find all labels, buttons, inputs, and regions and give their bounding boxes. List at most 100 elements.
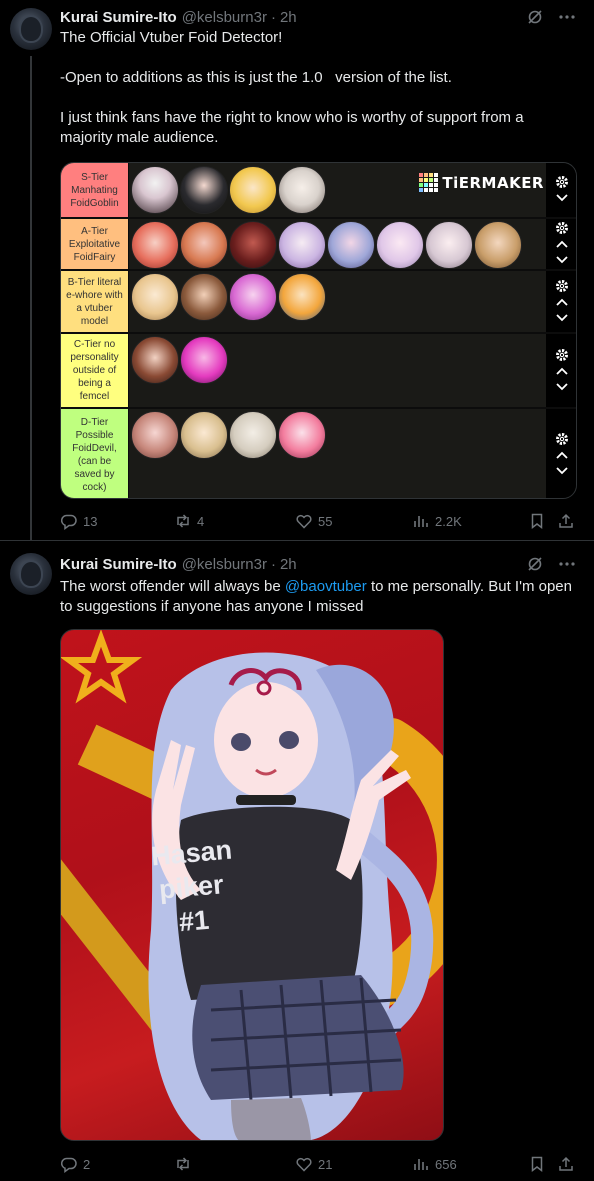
chevron-up-icon[interactable] — [555, 364, 569, 378]
timestamp[interactable]: 2h — [280, 556, 297, 573]
vtuber-thumbnail — [278, 411, 326, 459]
gear-icon[interactable] — [555, 279, 569, 293]
tweet-line — [60, 48, 580, 68]
tier-items — [129, 271, 576, 332]
vtuber-thumbnail — [229, 166, 277, 214]
vtuber-thumbnail — [180, 166, 228, 214]
tiermaker-wordmark: TiERMAKER — [442, 173, 544, 192]
repost-button[interactable] — [174, 1155, 197, 1173]
vtuber-thumbnail — [131, 221, 179, 269]
like-count: 55 — [318, 513, 333, 529]
views-icon — [414, 1159, 428, 1170]
views-button[interactable]: 2.2K — [412, 512, 462, 530]
repost-icon — [177, 514, 189, 528]
more-icon[interactable] — [558, 8, 576, 26]
avatar[interactable] — [10, 8, 52, 50]
vtuber-thumbnail — [425, 221, 473, 269]
vtuber-thumbnail — [131, 166, 179, 214]
reply-button[interactable]: 13 — [60, 512, 97, 530]
bookmark-button[interactable] — [528, 1155, 546, 1173]
tier-row-c: C-Tier no personality outside of being a… — [61, 334, 576, 409]
vtuber-thumbnail — [327, 221, 375, 269]
tweet-text: The Official Vtuber Foid Detector! -Open… — [60, 28, 580, 148]
share-button[interactable] — [557, 512, 575, 530]
tweet[interactable]: Kurai Sumire-Ito @kelsburn3r · 2h The wo… — [0, 540, 594, 1181]
tweet-header-actions — [526, 555, 576, 573]
tiermaker-logo: TiERMAKER — [419, 173, 544, 192]
tweet-header: Kurai Sumire-Ito @kelsburn3r · 2h — [60, 554, 297, 574]
chevron-down-icon[interactable] — [555, 311, 569, 325]
more-icon[interactable] — [558, 555, 576, 573]
tier-label: S-Tier Manhating FoidGoblin — [61, 163, 129, 217]
separator-dot: · — [270, 8, 276, 26]
tweet-text: The worst offender will always be @baovt… — [60, 577, 580, 617]
mention-link[interactable]: @baovtuber — [285, 578, 367, 595]
chevron-up-icon[interactable] — [555, 237, 569, 251]
tweet-header: Kurai Sumire-Ito @kelsburn3r · 2h — [60, 7, 297, 27]
tier-items: TiERMAKER — [129, 163, 576, 217]
thread-line — [30, 56, 32, 540]
views-icon — [414, 516, 428, 527]
vtuber-thumbnail — [278, 166, 326, 214]
vtuber-thumbnail — [474, 221, 522, 269]
vtuber-thumbnail — [229, 411, 277, 459]
vtuber-thumbnail — [278, 273, 326, 321]
vtuber-thumbnail — [180, 221, 228, 269]
like-button[interactable]: 55 — [295, 512, 332, 530]
tweet-actions: 13 4 55 2.2K — [60, 511, 580, 531]
tweet-line: I just think fans have the right to know… — [60, 109, 528, 146]
grok-icon[interactable] — [526, 555, 544, 573]
shirt-text: piker — [157, 869, 225, 905]
author-handle[interactable]: @kelsburn3r — [182, 9, 267, 26]
reply-count: 13 — [83, 513, 98, 529]
reply-count: 2 — [83, 1156, 91, 1172]
author-name[interactable]: Kurai Sumire-Ito — [60, 9, 177, 26]
attached-image[interactable]: Hasan piker #1 — [60, 629, 444, 1141]
tier-controls — [546, 163, 576, 217]
repost-button[interactable]: 4 — [174, 512, 204, 530]
tier-row-a: A-Tier Exploitative FoidFairy — [61, 219, 576, 271]
chevron-down-icon[interactable] — [555, 380, 569, 394]
repost-count: 4 — [197, 513, 205, 529]
author-name[interactable]: Kurai Sumire-Ito — [60, 556, 177, 573]
author-handle[interactable]: @kelsburn3r — [182, 556, 267, 573]
tier-items — [129, 219, 576, 269]
vtuber-thumbnail — [180, 336, 228, 384]
heart-icon — [296, 1157, 312, 1172]
views-button[interactable]: 656 — [412, 1155, 457, 1173]
separator-dot: · — [270, 555, 276, 573]
reply-icon — [60, 1157, 77, 1173]
chevron-up-icon[interactable] — [555, 448, 569, 462]
repost-icon — [177, 1157, 189, 1171]
gear-icon[interactable] — [555, 175, 569, 189]
tier-list-image[interactable]: S-Tier Manhating FoidGoblin TiERMAKER A-… — [60, 162, 577, 499]
share-icon — [559, 1156, 573, 1171]
share-icon — [559, 513, 573, 528]
tier-row-b: B-Tier literal e-whore with a vtuber mod… — [61, 271, 576, 334]
bookmark-button[interactable] — [528, 512, 546, 530]
views-count: 2.2K — [435, 513, 462, 529]
avatar[interactable] — [10, 553, 52, 595]
tier-controls — [546, 219, 576, 269]
reply-button[interactable]: 2 — [60, 1155, 90, 1173]
chevron-down-icon[interactable] — [555, 464, 569, 478]
chevron-down-icon[interactable] — [555, 253, 569, 267]
tier-label: A-Tier Exploitative FoidFairy — [61, 219, 129, 269]
tweet-actions: 2 21 656 — [60, 1154, 580, 1174]
tweet[interactable]: Kurai Sumire-Ito @kelsburn3r · 2h The Of… — [0, 0, 594, 540]
tier-label: D-Tier Possible FoidDevil, (can be saved… — [61, 409, 129, 498]
views-count: 656 — [435, 1156, 457, 1172]
gear-icon[interactable] — [555, 348, 569, 362]
like-button[interactable]: 21 — [295, 1155, 332, 1173]
share-button[interactable] — [557, 1155, 575, 1173]
timestamp[interactable]: 2h — [280, 9, 297, 26]
tier-label: C-Tier no personality outside of being a… — [61, 334, 129, 407]
tweet-header-actions — [526, 8, 576, 26]
tweet-line: -Open to additions as this is just the 1… — [60, 69, 452, 86]
chevron-up-icon[interactable] — [555, 295, 569, 309]
vtuber-thumbnail — [229, 221, 277, 269]
grok-icon[interactable] — [526, 8, 544, 26]
chevron-down-icon[interactable] — [555, 191, 569, 205]
gear-icon[interactable] — [555, 432, 569, 446]
gear-icon[interactable] — [555, 221, 569, 235]
